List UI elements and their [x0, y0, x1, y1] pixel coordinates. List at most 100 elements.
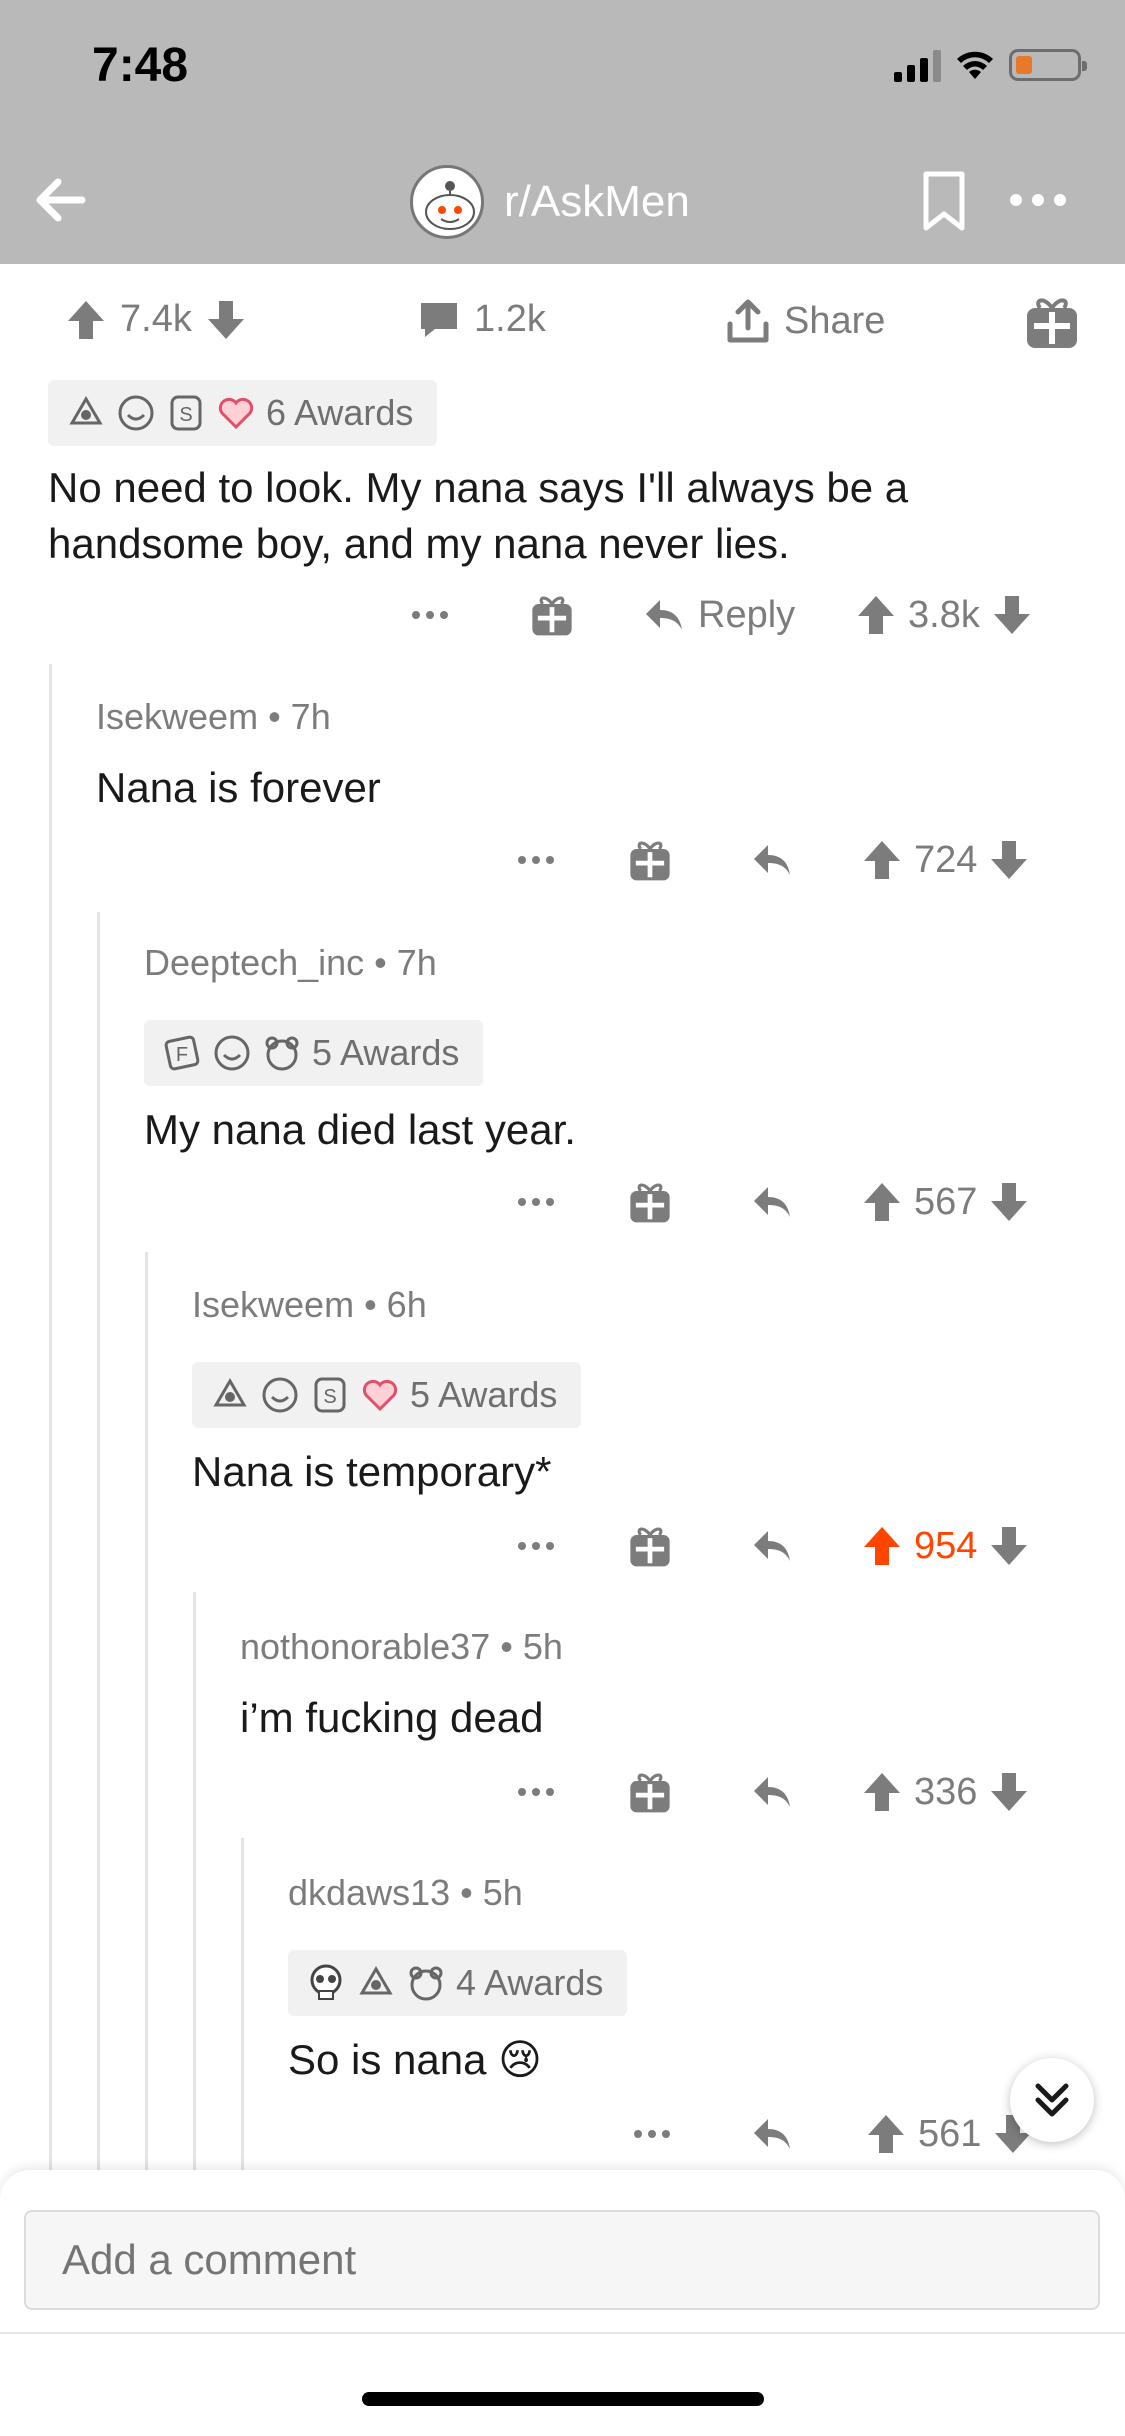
comment-meta: Isekweem • 6h — [192, 1284, 427, 1325]
award-icon: F — [162, 1033, 202, 1073]
more-icon[interactable] — [1010, 190, 1080, 210]
comment-input[interactable] — [24, 2210, 1100, 2310]
comment-actions: 336 — [0, 1762, 1125, 1822]
awards-count: 5 Awards — [312, 1032, 460, 1073]
svg-text:F: F — [176, 1044, 188, 1066]
award-icon — [216, 393, 256, 433]
vote-count: 3.8k — [908, 593, 980, 636]
downvote-icon[interactable] — [989, 1181, 1029, 1223]
award-icon: S — [166, 393, 206, 433]
comment-vote: 561 — [866, 2104, 1033, 2164]
gift-icon — [1027, 298, 1077, 348]
more-options-button[interactable] — [518, 1762, 554, 1822]
reply-button[interactable] — [750, 1172, 794, 1232]
more-options-button[interactable] — [634, 2104, 670, 2164]
gift-icon — [532, 596, 572, 636]
home-indicator[interactable] — [362, 2392, 764, 2406]
next-comment-button[interactable] — [1010, 2058, 1094, 2142]
svg-text:S: S — [323, 1386, 336, 1408]
comment-actions: 724 — [0, 830, 1125, 890]
gift-button[interactable] — [628, 1762, 672, 1822]
battery-icon — [1009, 49, 1087, 81]
awards-badge[interactable]: S 6 Awards — [48, 380, 438, 446]
svg-text:S: S — [179, 404, 192, 426]
share-label: Share — [784, 299, 886, 342]
status-icons — [894, 48, 1087, 82]
more-options-button[interactable] — [518, 1172, 554, 1232]
comment-time: 5h — [522, 1626, 563, 1667]
status-bar: 7:48 — [0, 0, 1125, 140]
award-icon — [210, 1375, 250, 1415]
more-options-button[interactable] — [412, 585, 448, 645]
comment-time: 7h — [290, 696, 331, 737]
comment-author[interactable]: Isekweem — [192, 1284, 354, 1325]
comment-vote: 3.8k — [856, 585, 1032, 645]
reply-button[interactable] — [750, 830, 794, 890]
upvote-icon[interactable] — [866, 2113, 906, 2155]
upvote-icon[interactable] — [66, 299, 106, 341]
vote-count: 336 — [914, 1770, 978, 1813]
downvote-icon[interactable] — [992, 594, 1032, 636]
comment-author[interactable]: Isekweem — [96, 696, 258, 737]
awards-badge[interactable]: 4 Awards — [288, 1950, 628, 2016]
award-icon — [116, 393, 156, 433]
upvote-icon[interactable] — [862, 1771, 902, 1813]
post-gift-button[interactable] — [1024, 294, 1080, 350]
post-vote-count: 7.4k — [120, 298, 192, 340]
comment-actions: 561 — [0, 2104, 1125, 2164]
snoo-icon — [410, 165, 484, 239]
award-icon — [262, 1033, 302, 1073]
awards-count: 4 Awards — [456, 1962, 604, 2003]
upvote-icon[interactable] — [862, 1181, 902, 1223]
award-icon — [360, 1375, 400, 1415]
reply-button[interactable] — [750, 1516, 794, 1576]
upvote-icon[interactable] — [862, 1525, 902, 1567]
comment-meta: Isekweem • 7h — [96, 696, 331, 737]
downvote-icon[interactable] — [989, 1525, 1029, 1567]
award-icon — [356, 1963, 396, 2003]
awards-badge[interactable]: S 5 Awards — [192, 1362, 582, 1428]
more-options-button[interactable] — [518, 1516, 554, 1576]
comment-actions: 567 — [0, 1172, 1125, 1232]
downvote-icon[interactable] — [206, 299, 246, 341]
award-icon — [406, 1963, 446, 2003]
comment-time: 5h — [482, 1872, 523, 1913]
status-time: 7:48 — [92, 39, 189, 92]
award-icon — [306, 1963, 346, 2003]
upvote-icon[interactable] — [856, 594, 896, 636]
comment-text: My nana died last year. — [144, 1106, 576, 1153]
reply-icon — [754, 845, 790, 875]
award-icon — [260, 1375, 300, 1415]
awards-count: 6 Awards — [266, 392, 414, 433]
gift-button[interactable] — [530, 585, 574, 645]
post-comments-button[interactable]: 1.2k — [418, 298, 546, 341]
bookmark-icon[interactable] — [920, 170, 968, 232]
thread-line — [49, 664, 52, 2174]
reply-button[interactable] — [750, 1762, 794, 1822]
gift-icon — [630, 1773, 670, 1813]
gift-button[interactable] — [628, 1172, 672, 1232]
comment-time: 7h — [396, 942, 437, 983]
gift-button[interactable] — [628, 1516, 672, 1576]
awards-badge[interactable]: F 5 Awards — [144, 1020, 484, 1086]
comment-author[interactable]: Deeptech_inc — [144, 942, 364, 983]
back-arrow-icon[interactable] — [30, 170, 90, 230]
comment-author[interactable]: nothonorable37 — [240, 1626, 490, 1667]
reply-button[interactable] — [750, 2104, 794, 2164]
downvote-icon[interactable] — [989, 1771, 1029, 1813]
comment-actions: 954 — [0, 1516, 1125, 1576]
comment-vote: 724 — [862, 830, 1029, 890]
comment-author[interactable]: dkdaws13 — [288, 1872, 450, 1913]
comment-vote: 954 — [862, 1516, 1029, 1576]
subreddit-title[interactable]: r/AskMen — [410, 162, 690, 242]
comment-actions: Reply 3.8k — [0, 585, 1125, 645]
more-options-button[interactable] — [518, 830, 554, 890]
share-button[interactable]: Share — [726, 298, 885, 344]
gift-button[interactable] — [628, 830, 672, 890]
reply-button[interactable]: Reply — [642, 585, 795, 645]
subreddit-name: r/AskMen — [504, 177, 690, 226]
upvote-icon[interactable] — [862, 839, 902, 881]
downvote-icon[interactable] — [989, 839, 1029, 881]
comment-text: No need to look. My nana says I'll alway… — [48, 464, 909, 567]
vote-count: 567 — [914, 1180, 978, 1223]
